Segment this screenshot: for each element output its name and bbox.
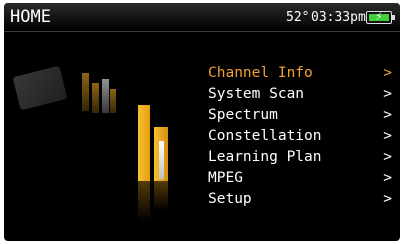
menu-item-label: Setup xyxy=(208,191,252,207)
menu-item-learning-plan[interactable]: Learning Plan > xyxy=(208,147,398,168)
decorative-bar xyxy=(92,83,99,113)
decorative-reflection xyxy=(138,181,150,221)
time-readout: 03:33pm xyxy=(311,10,366,25)
decorative-bar xyxy=(138,105,150,181)
decorative-bar xyxy=(102,79,109,113)
chevron-right-icon: > xyxy=(383,170,392,186)
device-screen: HOME 52° 03:33pm ⚡ Channel Info > System… xyxy=(4,3,400,241)
battery-tip xyxy=(392,15,395,20)
menu-item-label: MPEG xyxy=(208,170,243,186)
chevron-right-icon: > xyxy=(383,107,392,123)
decorative-bar xyxy=(159,141,164,179)
menu-item-label: Spectrum xyxy=(208,107,278,123)
chevron-right-icon: > xyxy=(383,128,392,144)
menu-item-setup[interactable]: Setup > xyxy=(208,189,398,210)
menu-item-channel-info[interactable]: Channel Info > xyxy=(208,63,398,84)
status-bar: HOME 52° 03:33pm ⚡ xyxy=(4,3,400,32)
menu-item-constellation[interactable]: Constellation > xyxy=(208,126,398,147)
charging-bolt-icon: ⚡ xyxy=(375,10,383,23)
temperature-readout: 52° xyxy=(286,10,310,25)
menu-item-label: Channel Info xyxy=(208,65,313,81)
chevron-right-icon: > xyxy=(383,65,392,81)
chevron-right-icon: > xyxy=(383,86,392,102)
menu-item-mpeg[interactable]: MPEG > xyxy=(208,168,398,189)
menu-item-label: System Scan xyxy=(208,86,305,102)
battery-charging-icon: ⚡ xyxy=(366,10,392,24)
home-graphic xyxy=(4,31,204,241)
menu-item-spectrum[interactable]: Spectrum > xyxy=(208,105,398,126)
decorative-bar xyxy=(82,73,89,111)
page-title: HOME xyxy=(10,7,51,27)
menu-item-system-scan[interactable]: System Scan > xyxy=(208,84,398,105)
decorative-reflection xyxy=(154,181,168,211)
chevron-right-icon: > xyxy=(383,149,392,165)
chevron-right-icon: > xyxy=(383,191,392,207)
menu-item-label: Learning Plan xyxy=(208,149,322,165)
menu-item-label: Constellation xyxy=(208,128,322,144)
decorative-card-icon xyxy=(12,65,68,111)
decorative-bar xyxy=(110,89,116,113)
main-menu: Channel Info > System Scan > Spectrum > … xyxy=(208,63,398,210)
